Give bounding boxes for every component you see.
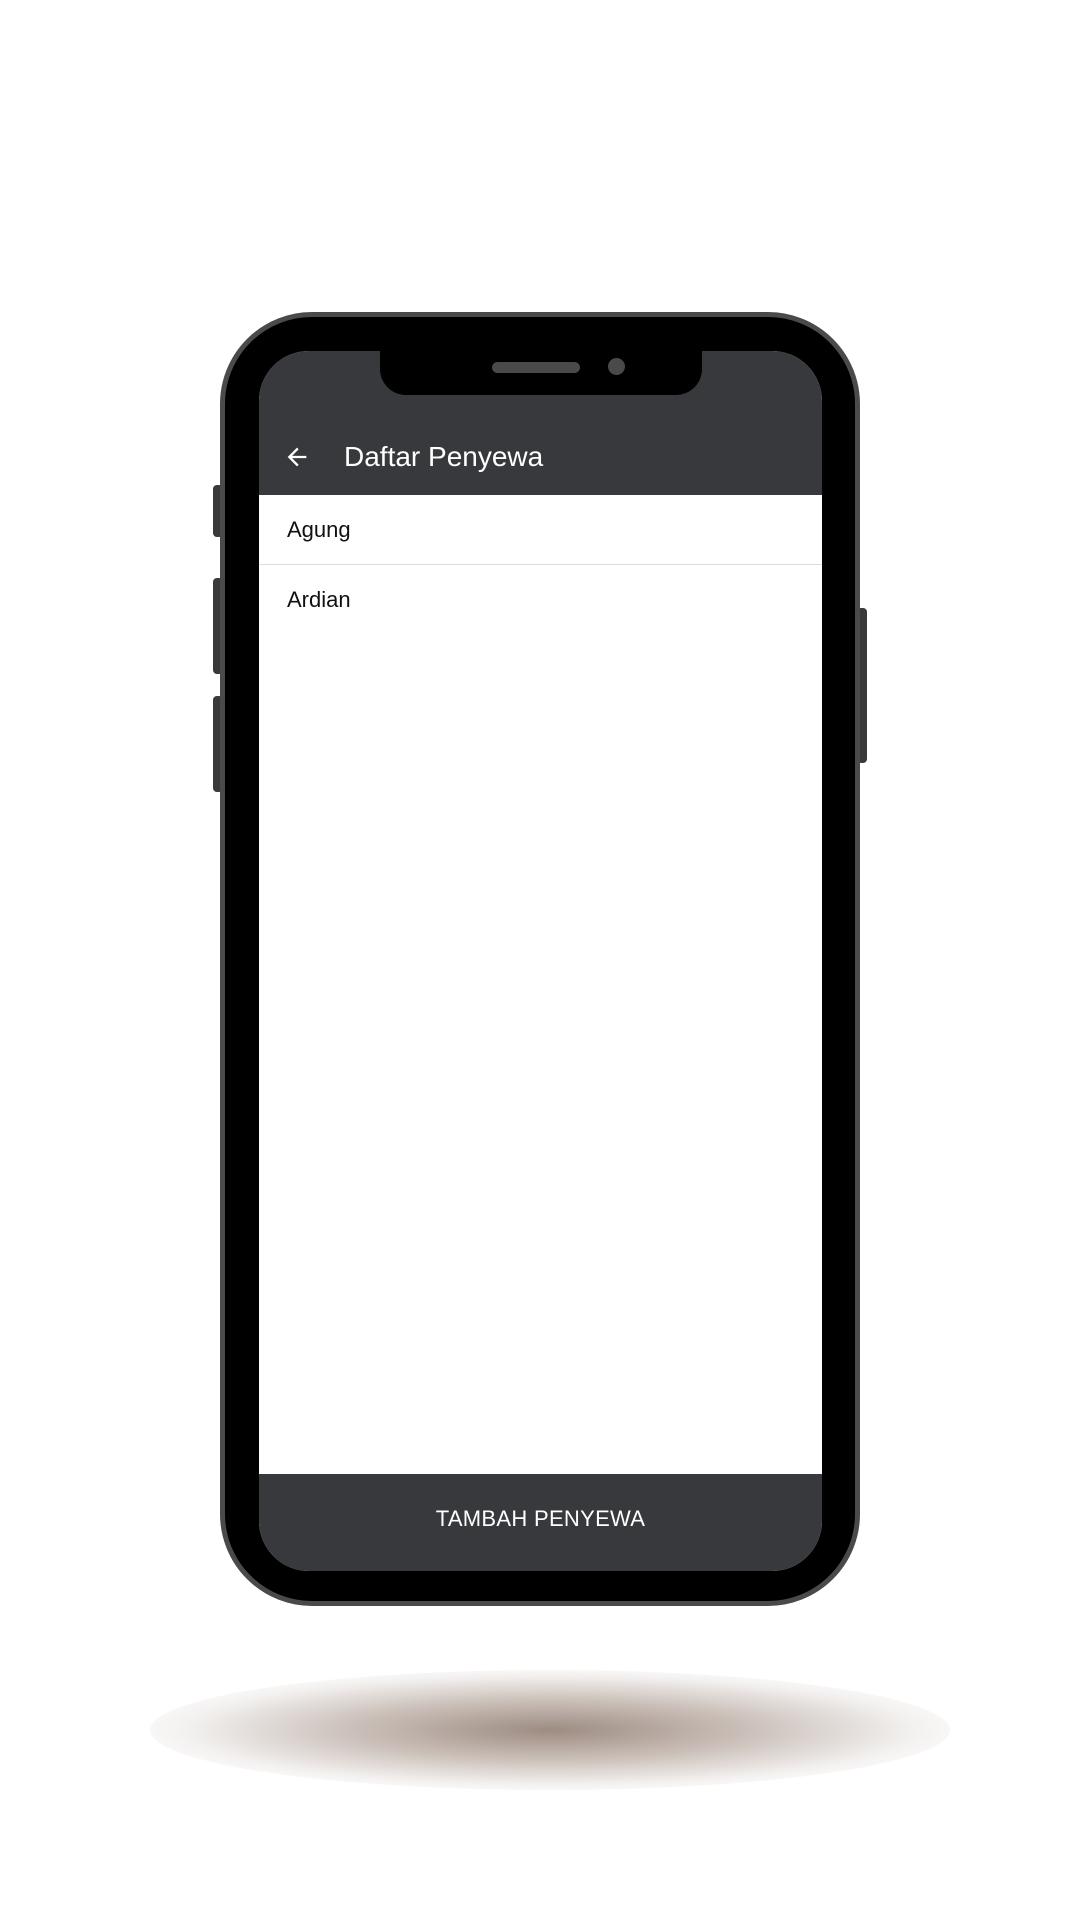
back-button[interactable] bbox=[277, 437, 317, 477]
tenant-name: Agung bbox=[287, 516, 351, 542]
floor-shadow bbox=[150, 1670, 950, 1790]
front-camera bbox=[608, 358, 625, 375]
phone-notch bbox=[380, 351, 702, 395]
tenant-list: Agung Ardian bbox=[259, 495, 822, 635]
speaker-grille bbox=[492, 362, 580, 373]
arrow-left-icon bbox=[287, 447, 307, 467]
tenant-list-item[interactable]: Ardian bbox=[259, 565, 822, 635]
page-title: Daftar Penyewa bbox=[344, 441, 544, 472]
tenant-list-item[interactable]: Agung bbox=[259, 495, 822, 565]
bottom-action-bar[interactable]: TAMBAH PENYEWA bbox=[259, 1474, 822, 1571]
phone-screen: Daftar Penyewa Agung Ardian TAMBAH PENYE… bbox=[259, 351, 822, 1571]
tenant-name: Ardian bbox=[287, 587, 351, 612]
add-tenant-button[interactable]: TAMBAH PENYEWA bbox=[436, 1506, 646, 1532]
